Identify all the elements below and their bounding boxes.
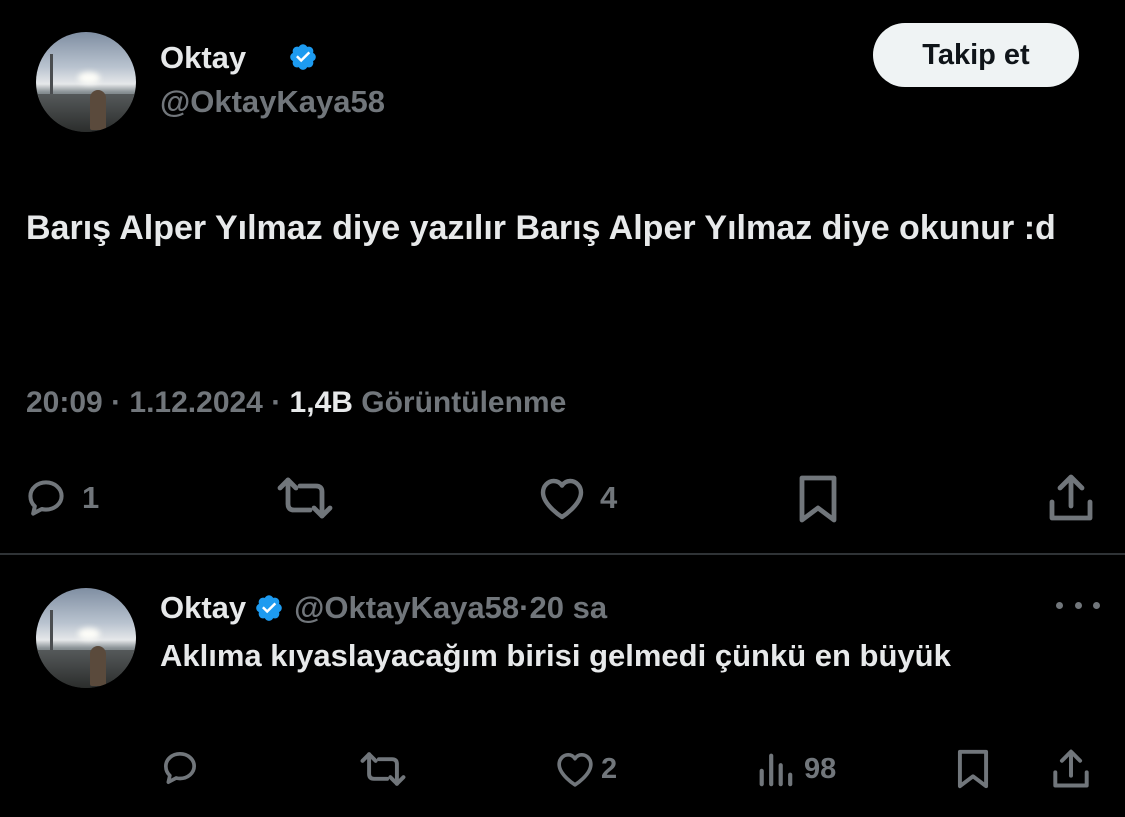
reply-like-button[interactable]: 2 — [555, 750, 617, 788]
tweet-divider — [0, 553, 1125, 555]
reply-author-name[interactable]: Oktay — [160, 590, 246, 626]
like-count: 4 — [600, 480, 618, 515]
reply-separator: · — [519, 590, 530, 625]
reply-icon — [28, 480, 64, 516]
views-label: Görüntülenme — [361, 386, 567, 419]
verified-icon — [256, 595, 282, 621]
reply-share-button[interactable] — [1052, 748, 1090, 790]
views-icon — [759, 753, 793, 787]
bookmark-icon — [799, 475, 837, 523]
share-button[interactable] — [1048, 474, 1094, 522]
like-button[interactable]: 4 — [538, 476, 617, 520]
author-handle[interactable]: @OktayKaya58 — [160, 84, 385, 120]
author-name[interactable]: Oktay — [160, 40, 246, 76]
meta-separator: · — [262, 386, 290, 419]
reply-author-avatar[interactable] — [36, 588, 136, 688]
reply-reply-button[interactable] — [160, 748, 200, 788]
views-count-reply: 98 — [804, 752, 837, 785]
reply-retweet-button[interactable] — [356, 750, 410, 788]
tweet-meta: 20:09 · 1.12.2024 · 1,4B Görüntülenme — [26, 386, 566, 420]
tweet-date[interactable]: 1.12.2024 — [129, 386, 262, 419]
tweet-text: Barış Alper Yılmaz diye yazılır Barış Al… — [26, 209, 1056, 247]
retweet-icon — [360, 752, 406, 786]
views-button[interactable]: 98 — [756, 750, 836, 788]
retweet-icon — [277, 477, 333, 519]
reply-like-count: 2 — [601, 752, 618, 785]
more-icon[interactable] — [1056, 595, 1100, 615]
reply-count: 1 — [82, 480, 100, 515]
reply-button[interactable]: 1 — [24, 476, 99, 520]
reply-author-handle[interactable]: @OktayKaya58 — [294, 590, 519, 626]
reply-time[interactable]: 20 sa — [529, 590, 607, 626]
follow-button[interactable]: Takip et — [873, 23, 1079, 87]
verified-icon — [290, 44, 316, 70]
reply-bookmark-button[interactable] — [955, 748, 991, 790]
author-avatar[interactable] — [36, 32, 136, 132]
reply-text: Aklıma kıyaslayacağım birisi gelmedi çün… — [160, 638, 951, 673]
bookmark-icon — [957, 749, 989, 789]
share-icon — [1053, 749, 1089, 788]
like-icon — [540, 478, 584, 520]
meta-separator: · — [102, 386, 130, 419]
views-count: 1,4B — [289, 386, 353, 419]
reply-header: Oktay @OktayKaya58 · 20 sa — [160, 588, 607, 628]
bookmark-button[interactable] — [796, 474, 840, 524]
tweet-time[interactable]: 20:09 — [26, 386, 103, 419]
reply-icon — [164, 752, 197, 784]
retweet-button[interactable] — [272, 476, 338, 520]
like-icon — [557, 752, 593, 787]
share-icon — [1049, 474, 1093, 521]
